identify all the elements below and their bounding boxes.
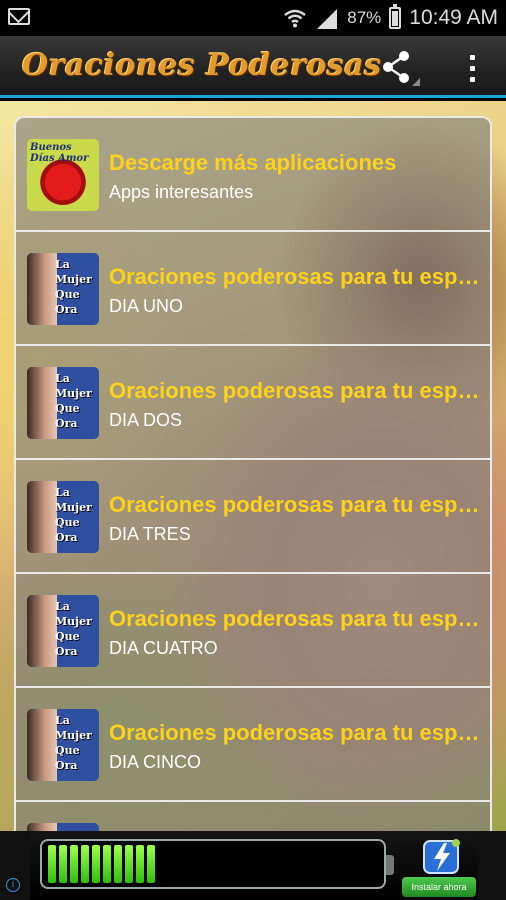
list-item[interactable]: Buenos Días Amor Descarge más aplicacion… <box>16 118 490 232</box>
list-item-subtitle: DIA DOS <box>109 410 183 430</box>
praying-woman-icon: La Mujer Que Ora <box>27 481 99 553</box>
thumb-woman <box>27 709 57 781</box>
list-item-subtitle: Apps interesantes <box>109 182 254 202</box>
thumb-woman <box>27 595 57 667</box>
list-item[interactable]: La Mujer Que Ora Oraciones poderosas par… <box>16 688 490 802</box>
thumb-text: La Mujer Que Ora <box>55 257 99 317</box>
share-icon <box>383 51 420 86</box>
charge-bar <box>147 845 155 883</box>
praying-woman-icon: La Mujer Que Ora <box>27 367 99 439</box>
gmail-icon <box>8 8 30 25</box>
list-item[interactable]: La Mujer Que Ora Oraciones poderosas par… <box>16 346 490 460</box>
list-item-title: Oraciones poderosas para tu esposo <box>109 378 484 403</box>
action-bar: Oraciones Poderosas <box>0 36 506 98</box>
ad-banner[interactable]: i Instalar ahora <box>0 831 506 900</box>
charge-bar <box>81 845 89 883</box>
thumb-line: Que <box>55 744 80 757</box>
list-item-subtitle: DIA CINCO <box>109 752 202 772</box>
battery-charge-icon <box>40 839 394 889</box>
overflow-dot <box>469 76 475 82</box>
list-item[interactable]: La Mujer Que Ora Oraciones poderosas par… <box>16 232 490 346</box>
overflow-menu-icon <box>469 54 475 60</box>
thumb-text: Buenos Días Amor <box>30 142 89 164</box>
battery-percent: 87% <box>347 8 382 27</box>
share-button[interactable] <box>376 48 420 88</box>
list-item-subtitle: DIA TRES <box>109 524 191 544</box>
list-item[interactable]: La Mujer Que Ora Oraciones poderosas par… <box>16 460 490 574</box>
charge-bar <box>70 845 78 883</box>
thumb-text: La Mujer Que Ora <box>55 371 99 431</box>
heart-icon: Buenos Días Amor <box>27 139 99 211</box>
thumb-line: Que <box>55 516 80 529</box>
thumb-line: Que <box>55 630 80 643</box>
list-item[interactable] <box>16 802 490 832</box>
thumb-text: La Mujer Que Ora <box>55 485 99 545</box>
thumb-line: Ora <box>55 645 78 658</box>
status-right: 87% 10:49 AM <box>283 0 498 36</box>
ad-info-icon[interactable]: i <box>6 878 20 892</box>
wifi-icon <box>283 8 307 28</box>
thumb-woman <box>27 253 57 325</box>
thumb-line: La <box>55 372 70 385</box>
charge-bar <box>125 845 133 883</box>
thumb-line: Mujer <box>55 501 92 514</box>
status-bar: 87% 10:49 AM <box>0 0 506 36</box>
thumb-line: Mujer <box>55 273 92 286</box>
app-title: Oraciones Poderosas <box>22 48 382 83</box>
install-button[interactable]: Instalar ahora <box>402 877 476 897</box>
app-lightning-icon <box>422 837 462 875</box>
charge-bar <box>103 845 111 883</box>
thumb-line: Mujer <box>55 615 92 628</box>
charge-bar <box>136 845 144 883</box>
thumb-line: Que <box>55 402 80 415</box>
thumb-line: La <box>55 258 70 271</box>
thumb-woman <box>27 367 57 439</box>
thumb-line: Mujer <box>55 729 92 742</box>
thumb-woman <box>27 481 57 553</box>
charge-bar <box>48 845 56 883</box>
list-item-title: Oraciones poderosas para tu esposo <box>109 264 484 289</box>
list-item-title: Oraciones poderosas para tu esposo <box>109 720 484 745</box>
thumb-line: La <box>55 714 70 727</box>
overflow-dot <box>469 65 475 71</box>
thumb-line: Mujer <box>55 387 92 400</box>
thumb-line: Que <box>55 288 80 301</box>
thumb-text: La Mujer Que Ora <box>55 713 99 773</box>
list-item[interactable]: La Mujer Que Ora Oraciones poderosas par… <box>16 574 490 688</box>
thumb-line: Ora <box>55 303 78 316</box>
signal-icon <box>315 7 339 29</box>
thumb-line: La <box>55 486 70 499</box>
thumb-text: La Mujer Que Ora <box>55 599 99 659</box>
charge-bar <box>114 845 122 883</box>
thumb-line: Ora <box>55 531 78 544</box>
praying-woman-icon: La Mujer Que Ora <box>27 595 99 667</box>
praying-woman-icon: La Mujer Que Ora <box>27 709 99 781</box>
list-item-title: Descarge más aplicaciones <box>109 150 397 175</box>
battery-icon <box>389 4 402 29</box>
thumb-line: La <box>55 600 70 613</box>
praying-woman-icon: La Mujer Que Ora <box>27 253 99 325</box>
charge-bar <box>59 845 67 883</box>
prayer-list[interactable]: Buenos Días Amor Descarge más aplicacion… <box>14 116 492 832</box>
list-item-subtitle: DIA CUATRO <box>109 638 218 658</box>
list-item-title: Oraciones poderosas para tu esposo <box>109 606 484 631</box>
thumb-line: Ora <box>55 759 78 772</box>
list-item-subtitle: DIA UNO <box>109 296 184 316</box>
ad-content[interactable]: Instalar ahora <box>30 831 478 900</box>
clock: 10:49 AM <box>409 6 498 29</box>
thumb-line: Ora <box>55 417 78 430</box>
overflow-menu-button[interactable] <box>460 48 484 88</box>
list-item-title: Oraciones poderosas para tu esposo <box>109 492 484 517</box>
charge-bar <box>92 845 100 883</box>
